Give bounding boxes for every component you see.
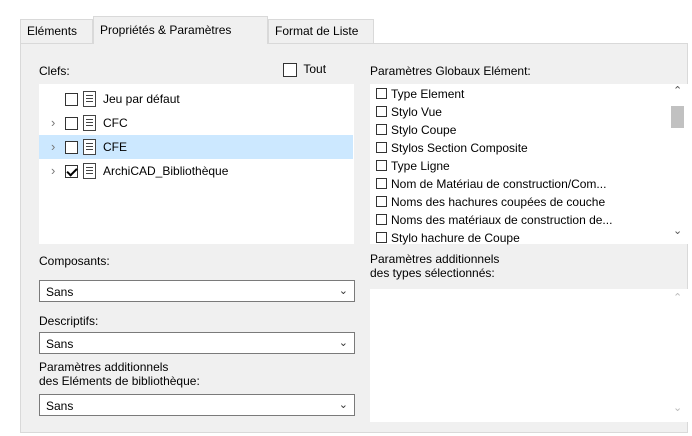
tab-bar: Eléments Propriétés & Paramètres Format … bbox=[0, 0, 692, 44]
chevron-right-icon[interactable]: › bbox=[51, 115, 55, 130]
tree-item-checkbox-checked[interactable] bbox=[65, 165, 78, 178]
param-item-label: Type Ligne bbox=[391, 159, 450, 173]
types-params-list[interactable]: ⌃ ⌄ bbox=[370, 289, 688, 422]
param-checkbox[interactable] bbox=[376, 178, 387, 190]
param-item[interactable]: Type Ligne bbox=[376, 159, 450, 173]
param-item-label: Noms des hachures coupées de couche bbox=[391, 195, 606, 209]
param-item-label: Stylo Coupe bbox=[391, 123, 457, 137]
chevron-down-icon[interactable]: ⌄ bbox=[673, 401, 682, 414]
lib-params-label-line1: Paramètres additionnels bbox=[39, 360, 169, 374]
tree-item-jeu-par-defaut[interactable]: Jeu par défaut bbox=[39, 87, 353, 111]
param-item-label: Stylos Section Composite bbox=[391, 141, 528, 155]
composants-select[interactable]: Sans ⌄ bbox=[39, 280, 355, 302]
param-item-label: Nom de Matériau de construction/Com... bbox=[391, 177, 607, 191]
param-item-label: Stylo Vue bbox=[391, 105, 442, 119]
tree-item-label: CFC bbox=[103, 116, 128, 130]
composants-value: Sans bbox=[46, 285, 74, 299]
list-document-icon bbox=[83, 139, 96, 155]
tree-item-label: Jeu par défaut bbox=[103, 92, 180, 106]
param-checkbox[interactable] bbox=[376, 106, 387, 118]
param-checkbox[interactable] bbox=[376, 232, 387, 244]
lib-params-value: Sans bbox=[46, 399, 74, 413]
param-item[interactable]: Stylo Vue bbox=[376, 105, 442, 119]
tab-elements-label: Eléments bbox=[27, 24, 78, 38]
descriptifs-select[interactable]: Sans ⌄ bbox=[39, 332, 355, 354]
tout-checkbox[interactable]: Tout bbox=[283, 62, 326, 77]
param-item[interactable]: Type Element bbox=[376, 87, 464, 101]
lib-params-label-line2: des Eléments de bibliothèque: bbox=[39, 374, 200, 388]
descriptifs-value: Sans bbox=[46, 337, 74, 351]
chevron-down-icon: ⌄ bbox=[338, 399, 348, 411]
types-params-label-line2: des types sélectionnés: bbox=[370, 266, 495, 280]
tree-item-label: ArchiCAD_Bibliothèque bbox=[103, 164, 229, 178]
param-item-label: Noms des matériaux de construction de... bbox=[391, 213, 613, 227]
param-checkbox[interactable] bbox=[376, 160, 387, 172]
param-item[interactable]: Noms des hachures coupées de couche bbox=[376, 195, 605, 209]
tree-item-cfe[interactable]: › CFE bbox=[39, 135, 353, 159]
tab-elements[interactable]: Eléments bbox=[20, 19, 93, 43]
param-checkbox[interactable] bbox=[376, 196, 387, 208]
global-params-label: Paramètres Globaux Elément: bbox=[370, 64, 531, 78]
clefs-label: Clefs: bbox=[39, 64, 70, 78]
list-document-icon bbox=[83, 163, 96, 179]
global-params-scrollbar[interactable]: ⌃ ⌄ bbox=[668, 84, 688, 244]
tree-item-checkbox[interactable] bbox=[65, 117, 78, 130]
chevron-down-icon: ⌄ bbox=[338, 285, 348, 297]
chevron-up-icon[interactable]: ⌃ bbox=[673, 84, 682, 97]
composants-label: Composants: bbox=[39, 254, 110, 268]
chevron-down-icon: ⌄ bbox=[338, 337, 348, 349]
chevron-right-icon[interactable]: › bbox=[51, 163, 55, 178]
param-checkbox[interactable] bbox=[376, 88, 387, 100]
types-params-label-line1: Paramètres additionnels bbox=[370, 252, 500, 266]
lib-params-select[interactable]: Sans ⌄ bbox=[39, 394, 355, 416]
list-document-icon bbox=[83, 115, 96, 131]
param-checkbox[interactable] bbox=[376, 142, 387, 154]
scrollbar-thumb[interactable] bbox=[671, 106, 684, 128]
param-item[interactable]: Nom de Matériau de construction/Com... bbox=[376, 177, 606, 191]
tab-panel: Clefs: Tout Jeu par défaut › CFC › CFE ›… bbox=[20, 43, 688, 433]
param-item[interactable]: Stylos Section Composite bbox=[376, 141, 528, 155]
param-item[interactable]: Stylo Coupe bbox=[376, 123, 456, 137]
param-item[interactable]: Noms des matériaux de construction de... bbox=[376, 213, 612, 227]
list-document-icon bbox=[83, 91, 96, 107]
param-item-label: Stylo hachure de Coupe bbox=[391, 231, 520, 245]
global-params-list[interactable]: Type Element Stylo Vue Stylo Coupe Stylo… bbox=[370, 84, 688, 245]
param-item-label: Type Element bbox=[391, 87, 465, 101]
tree-item-checkbox[interactable] bbox=[65, 93, 78, 106]
tab-proprietes-parametres[interactable]: Propriétés & Paramètres bbox=[93, 16, 268, 44]
tree-item-checkbox[interactable] bbox=[65, 141, 78, 154]
tree-item-label: CFE bbox=[103, 140, 127, 154]
descriptifs-label: Descriptifs: bbox=[39, 314, 99, 328]
tab-format-de-liste[interactable]: Format de Liste bbox=[268, 19, 374, 43]
chevron-right-icon[interactable]: › bbox=[51, 139, 55, 154]
tout-label: Tout bbox=[303, 62, 327, 76]
tab-proprietes-parametres-label: Propriétés & Paramètres bbox=[100, 23, 232, 37]
clefs-tree[interactable]: Jeu par défaut › CFC › CFE › ArchiCAD_Bi… bbox=[39, 84, 354, 244]
param-checkbox[interactable] bbox=[376, 214, 387, 226]
chevron-up-icon[interactable]: ⌃ bbox=[673, 291, 682, 304]
tab-format-de-liste-label: Format de Liste bbox=[275, 24, 359, 38]
param-item[interactable]: Stylo hachure de Coupe bbox=[376, 231, 520, 245]
param-checkbox[interactable] bbox=[376, 124, 387, 136]
tree-item-cfc[interactable]: › CFC bbox=[39, 111, 353, 135]
tree-item-archicad-bibliotheque[interactable]: › ArchiCAD_Bibliothèque bbox=[39, 159, 353, 183]
tout-checkbox-box[interactable] bbox=[283, 62, 297, 77]
chevron-down-icon[interactable]: ⌄ bbox=[673, 224, 682, 237]
